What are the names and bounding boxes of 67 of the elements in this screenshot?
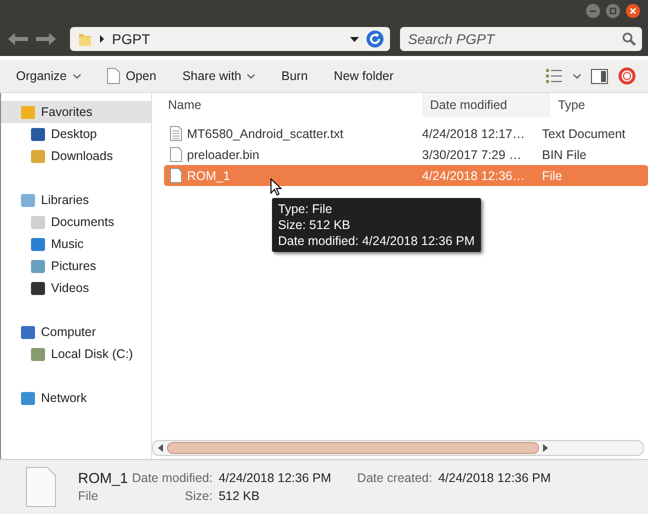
maximize-icon[interactable] — [606, 4, 620, 18]
property-value: 4/24/2018 12:36 PM — [218, 471, 332, 485]
property-value: 512 KB — [218, 489, 261, 503]
file-name: MT6580_Android_scatter.txt — [187, 126, 344, 140]
sidebar-item[interactable]: Network — [1, 387, 151, 409]
tooltip-line: Size: 512 KB — [278, 217, 352, 233]
sidebar-item[interactable]: Pictures — [1, 255, 151, 277]
back-arrow-icon[interactable] — [6, 31, 30, 47]
file-name: preloader.bin — [187, 148, 260, 162]
property-label: Date created: — [356, 471, 432, 485]
date-cell-text: 3/30/2017 7:29 … — [422, 148, 522, 162]
file-name: ROM_1 — [78, 471, 128, 487]
toolbar-button[interactable]: Open — [98, 65, 164, 87]
page-icon — [106, 68, 120, 84]
sidebar-item[interactable]: Documents — [1, 211, 151, 233]
sidebar-item[interactable]: Downloads — [1, 145, 151, 167]
sidebar-item[interactable]: Favorites — [1, 101, 151, 123]
file-name: ROM_1 — [187, 168, 230, 182]
sidebar-item[interactable]: Music — [1, 233, 151, 255]
sidebar-item[interactable]: Desktop — [1, 123, 151, 145]
date-cell-text: 4/24/2018 12:17… — [422, 126, 526, 140]
text-file-icon — [170, 126, 182, 141]
property-label: Date modified: — [132, 471, 213, 485]
mouse-pointer-icon — [270, 178, 282, 196]
property-label: Size: — [184, 489, 213, 503]
address-bar[interactable]: PGPT — [70, 27, 390, 51]
property-value: 4/24/2018 12:36 PM — [438, 471, 551, 485]
chevron-down-icon — [247, 74, 256, 78]
scroll-right-icon[interactable] — [541, 444, 549, 452]
chevron-down-icon[interactable] — [573, 74, 581, 78]
tooltip-line: Date modified: 4/24/2018 12:36 PM — [278, 233, 475, 249]
file-type: File — [78, 489, 100, 503]
type-cell-text: Text Document — [542, 126, 626, 140]
file-icon — [170, 147, 182, 162]
column-header[interactable]: Date modified — [422, 93, 550, 117]
date-cell-text: 4/24/2018 12:36… — [422, 168, 526, 182]
sidebar-item[interactable]: Local Disk (C:) — [1, 343, 151, 365]
toolbar-button[interactable]: Burn — [273, 66, 316, 86]
toolbar-button[interactable]: Share with — [174, 66, 264, 86]
horizontal-scrollbar[interactable] — [152, 440, 644, 456]
search-field[interactable]: Search PGPT — [400, 27, 642, 51]
chevron-down-icon — [72, 74, 81, 78]
refresh-icon[interactable] — [366, 30, 384, 48]
view-options-icon[interactable] — [545, 68, 563, 84]
scroll-left-icon[interactable] — [157, 444, 165, 452]
file-row[interactable]: MT6580_Android_scatter.txt 4/24/2018 12:17… Text Document — [164, 123, 648, 144]
sidebar-item[interactable]: Videos — [1, 277, 151, 299]
dropdown-arrow-icon[interactable] — [350, 36, 359, 42]
sidebar-item[interactable]: Computer — [1, 321, 151, 343]
search-icon[interactable] — [622, 32, 636, 46]
type-cell-text: BIN File — [542, 148, 588, 162]
toolbar-button[interactable]: New folder — [326, 66, 402, 86]
help-icon[interactable] — [618, 67, 636, 85]
toolbar-button[interactable]: Organize — [8, 66, 89, 86]
column-header[interactable]: Type — [550, 98, 648, 112]
forward-arrow-icon[interactable] — [34, 31, 58, 47]
preview-pane-icon[interactable] — [591, 68, 608, 84]
sidebar-item[interactable]: Libraries — [1, 189, 151, 211]
file-icon — [26, 467, 56, 507]
column-header[interactable]: Name — [160, 98, 422, 112]
type-cell-text: File — [542, 168, 564, 182]
breadcrumb-arrow-icon[interactable] — [99, 35, 105, 43]
close-icon[interactable] — [626, 4, 640, 18]
file-row[interactable]: preloader.bin 3/30/2017 7:29 … BIN File — [164, 144, 648, 165]
tooltip-line: Type: File — [278, 201, 334, 217]
file-icon — [170, 168, 182, 183]
minimize-icon[interactable] — [586, 4, 600, 18]
